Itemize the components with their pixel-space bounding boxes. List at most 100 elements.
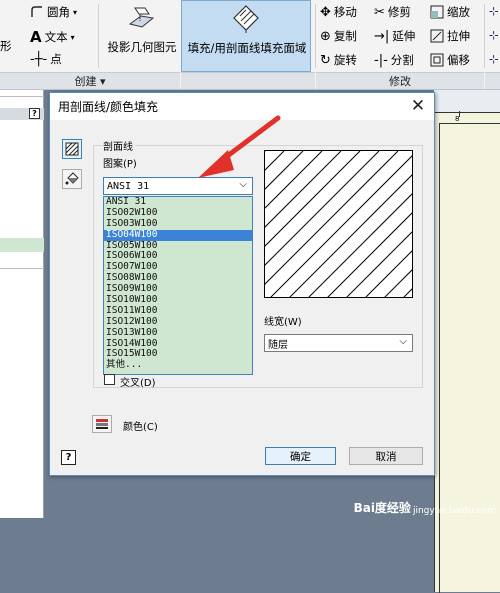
fill-hatch-button[interactable]: 填充/用剖面线填充面域: [181, 0, 311, 72]
move-label: 移动: [333, 5, 357, 19]
watermark-sub: jingyan.baidu.com: [412, 506, 496, 516]
close-icon[interactable]: ✕: [408, 96, 428, 116]
tree-item-highlight[interactable]: [0, 238, 44, 252]
graphics-window: 8: [434, 90, 500, 593]
extend-button[interactable]: →| 延伸: [374, 28, 415, 44]
cross-label: 交叉(D): [120, 378, 156, 389]
watermark: Bai度经验 jingyan.baidu.com: [354, 499, 496, 516]
ok-button[interactable]: 确定: [265, 447, 336, 465]
copy-icon: ⊕: [320, 28, 331, 44]
linewidth-select[interactable]: 随层 ⌵: [264, 334, 413, 352]
pattern-option[interactable]: ISO13W100: [104, 327, 252, 339]
copy-label: 复制: [333, 29, 357, 43]
dialog-titlebar[interactable]: 用剖面线/颜色填充 ✕: [50, 93, 434, 120]
move-icon: ✥: [320, 4, 331, 20]
shape-label: 形: [0, 39, 12, 53]
zone-label: 8: [455, 115, 460, 123]
copy-button[interactable]: ⊕ 复制: [320, 28, 357, 44]
chevron-down-icon: ⌵: [239, 179, 247, 190]
pattern-select[interactable]: ANSI 31 ⌵: [103, 177, 253, 195]
stretch-label: 拉伸: [447, 29, 470, 43]
fill-hatch-icon: [232, 4, 260, 34]
hatch-line: [403, 288, 412, 297]
split-button[interactable]: -|- 分割: [374, 52, 414, 68]
extend-icon: →|: [374, 28, 390, 44]
help-icon[interactable]: ?: [61, 450, 76, 465]
help-icon[interactable]: ?: [29, 108, 40, 119]
text-icon: A: [30, 28, 42, 46]
stretch-icon: [430, 29, 444, 43]
trim-icon: ✂: [374, 4, 385, 20]
hatch-preview: [264, 150, 413, 298]
overflow-icon[interactable]: ⊹: [489, 4, 499, 18]
hatch-line: [265, 151, 361, 247]
offset-icon: [430, 53, 444, 67]
divider: [0, 96, 44, 97]
fillet-button[interactable]: 圆角 ▾: [30, 4, 77, 20]
point-button[interactable]: -┼- 点: [30, 51, 62, 67]
panel-modify-label: 修改: [389, 75, 411, 88]
hatch-line: [265, 151, 399, 285]
paint-bucket-icon: [65, 172, 79, 186]
offset-label: 偏移: [447, 53, 470, 67]
hatch-group-label: 剖面线: [101, 138, 135, 153]
project-geometry-button[interactable]: 投影几何图元: [103, 0, 181, 72]
split-label: 分割: [390, 53, 414, 67]
offset-button[interactable]: 偏移: [430, 52, 470, 68]
chevron-down-icon: ⌵: [399, 336, 407, 347]
point-label: 点: [50, 52, 62, 66]
linewidth-select-value: 随层: [268, 339, 288, 351]
panel-fill-bar: [181, 72, 315, 89]
hatch-pattern-icon: [65, 142, 79, 156]
dropdown-arrow-icon: ▾: [73, 7, 78, 17]
rotate-button[interactable]: ↻ 旋转: [320, 52, 357, 68]
split-icon: -|-: [374, 52, 388, 68]
separator: [98, 4, 99, 68]
browser-panel: ?: [0, 90, 44, 518]
hatch-line: [270, 155, 412, 297]
hatch-color-fill-dialog: 用剖面线/颜色填充 ✕ 剖面线 图案(P) ANSI 31 ⌵ ANSI 31 I…: [49, 92, 435, 476]
color-swatch-icon: [95, 418, 109, 430]
rotate-icon: ↻: [320, 52, 331, 68]
color-label: 颜色(C): [123, 422, 158, 433]
text-button[interactable]: A 文本 ▾: [30, 28, 75, 46]
solid-fill-mode-button[interactable]: [62, 169, 82, 189]
overflow-icon[interactable]: ⊹: [489, 52, 499, 66]
extend-label: 延伸: [392, 29, 416, 43]
panel-create-label: 创建 ▾: [74, 75, 106, 88]
scale-icon: [430, 5, 444, 19]
text-label: 文本: [44, 30, 68, 44]
stretch-button[interactable]: 拉伸: [430, 28, 470, 44]
separator: [484, 4, 485, 68]
trim-button[interactable]: ✂ 修剪: [374, 4, 411, 20]
move-button[interactable]: ✥ 移动: [320, 4, 357, 20]
pattern-select-value: ANSI 31: [107, 180, 150, 192]
fillet-icon: [30, 5, 44, 19]
drawing-sheet[interactable]: 8: [434, 111, 500, 593]
cancel-button[interactable]: 取消: [349, 447, 423, 465]
scale-button[interactable]: 缩放: [430, 4, 470, 20]
sheet-inner-border: [439, 123, 500, 593]
divider: [0, 268, 44, 269]
dialog-title: 用剖面线/颜色填充: [58, 100, 159, 114]
cross-checkbox[interactable]: [104, 374, 115, 385]
scale-label: 缩放: [447, 5, 470, 19]
color-button[interactable]: [92, 415, 112, 433]
panel-create-bar[interactable]: 创建 ▾: [0, 72, 180, 89]
hatch-preview-lines: [265, 151, 412, 297]
ribbon: 形 圆角 ▾ A 文本 ▾ -┼- 点 投影几何图元 填充/用剖面线填充面域 ✥…: [0, 0, 500, 90]
pattern-dropdown-list[interactable]: ANSI 31 ISO02W100 ISO03W100 ISO04W100 ISO05W…: [103, 196, 253, 375]
trim-label: 修剪: [387, 5, 411, 19]
overflow-icon[interactable]: ⊹: [489, 28, 499, 42]
fill-hatch-label: 填充/用剖面线填充面域: [187, 41, 307, 55]
pattern-option[interactable]: ISO04W100: [104, 229, 252, 241]
pattern-label: 图案(P): [103, 159, 137, 170]
hatch-line: [327, 212, 412, 297]
pattern-option[interactable]: 其他...: [104, 359, 252, 371]
ok-label: 确定: [290, 450, 311, 463]
panel-modify-bar[interactable]: 修改: [316, 72, 484, 89]
hatch-line: [265, 151, 304, 190]
ribbon-shape-fragment[interactable]: 形: [0, 38, 12, 54]
point-icon: -┼-: [30, 51, 48, 67]
hatch-mode-button[interactable]: [62, 139, 82, 159]
